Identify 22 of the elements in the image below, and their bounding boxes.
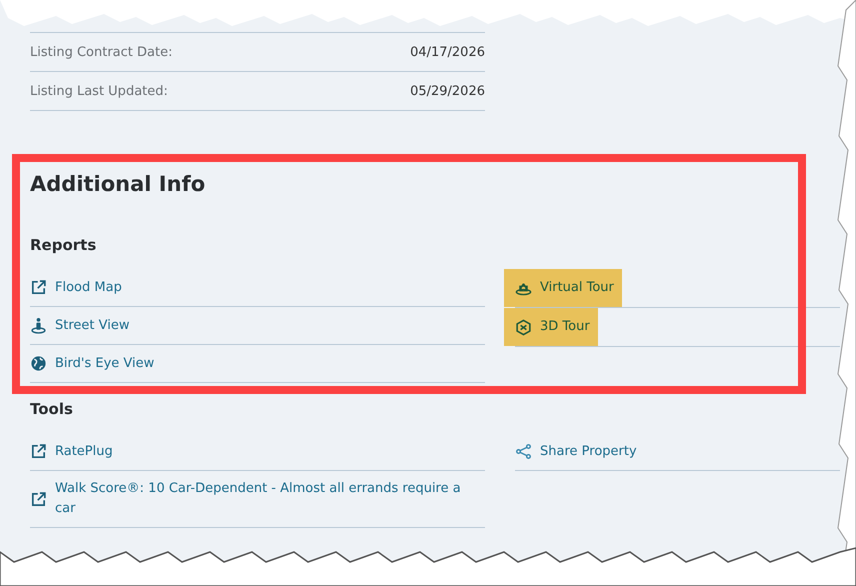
link[interactable]: Street View bbox=[30, 308, 130, 344]
detail-label: Listing Contract Date: bbox=[30, 44, 172, 60]
subsection-heading: Tools bbox=[30, 399, 74, 419]
link[interactable]: Bird's Eye View bbox=[30, 346, 154, 382]
link[interactable]: Walk Score®: 10 Car-Dependent - Almost all errands require a car bbox=[30, 471, 485, 527]
detail-label: Listing Last Updated: bbox=[30, 84, 168, 98]
link[interactable]: Share Property bbox=[515, 434, 637, 470]
subsection-heading: Reports bbox=[30, 235, 98, 255]
detail-value: 04/17/2026 bbox=[410, 44, 485, 60]
link[interactable]: Flood Map bbox=[30, 270, 122, 306]
external-link-icon bbox=[30, 443, 47, 460]
link[interactable]: RatePlug bbox=[30, 434, 113, 470]
cube-icon bbox=[515, 318, 532, 336]
share-icon bbox=[515, 443, 532, 460]
external-link-icon bbox=[30, 279, 47, 296]
person-icon bbox=[30, 317, 47, 334]
globe-icon bbox=[30, 355, 47, 372]
link[interactable]: 3D Tour bbox=[504, 308, 598, 346]
section-title: Additional Info bbox=[30, 171, 206, 198]
link[interactable]: Virtual Tour bbox=[504, 269, 622, 307]
external-link-icon bbox=[30, 490, 47, 508]
detail-value: 05/29/2026 bbox=[410, 84, 485, 98]
